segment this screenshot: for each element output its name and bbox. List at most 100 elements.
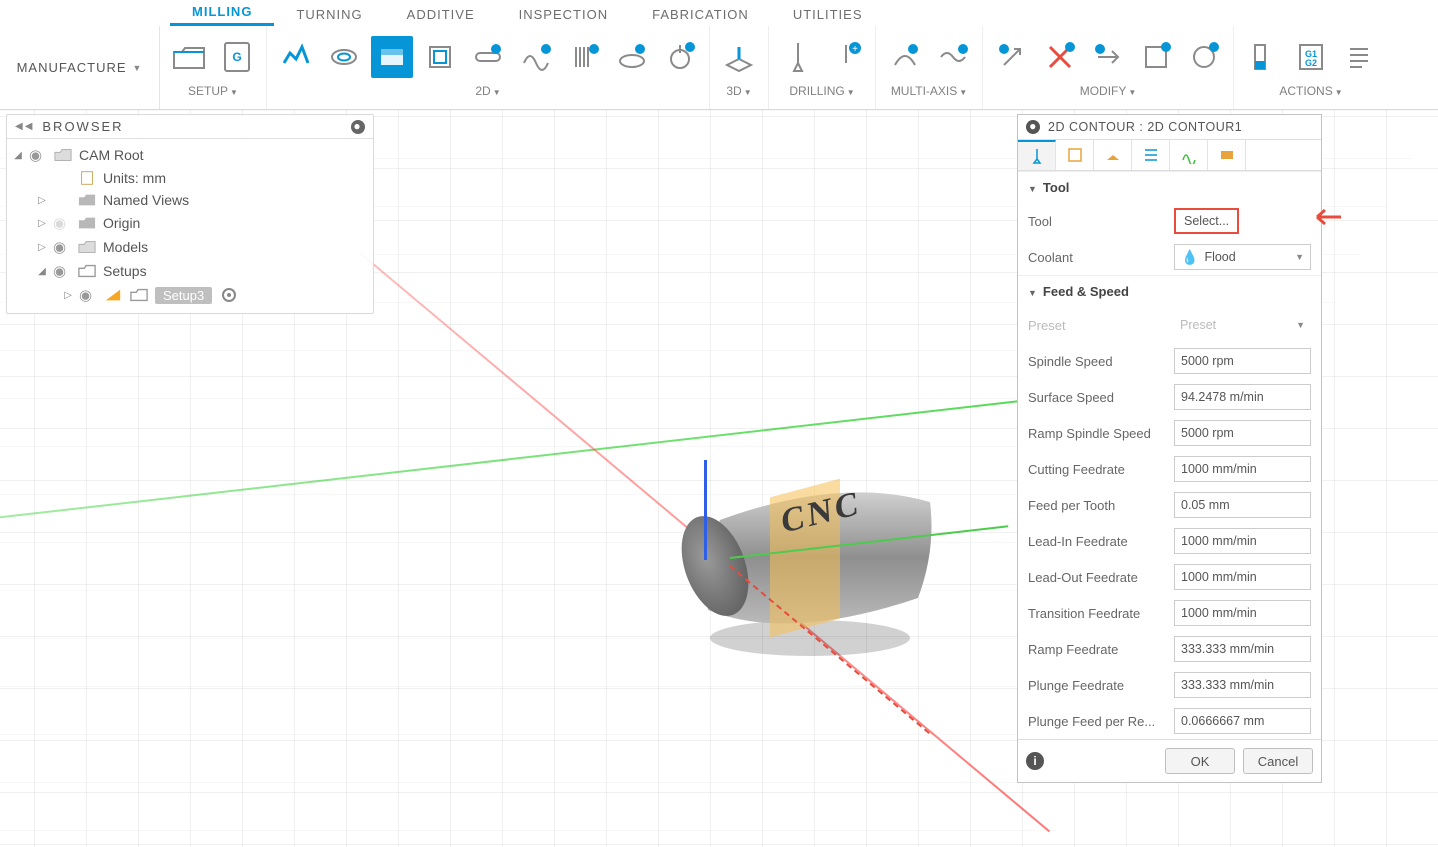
row-feed-3: Cutting Feedrate 1000 mm/min xyxy=(1018,451,1321,487)
modify-2-icon[interactable] xyxy=(1039,36,1081,78)
eye-icon[interactable]: ◉ xyxy=(29,146,47,164)
2d-contour-icon[interactable] xyxy=(419,36,461,78)
doc-icon xyxy=(77,170,97,186)
drill-plus-icon[interactable]: + xyxy=(825,36,867,78)
ok-button[interactable]: OK xyxy=(1165,748,1235,774)
twisty-icon[interactable]: ▷ xyxy=(37,195,47,206)
prop-tab-geometry[interactable] xyxy=(1056,140,1094,170)
setup-nc-icon[interactable]: G xyxy=(216,36,258,78)
feed-input[interactable]: 5000 rpm xyxy=(1174,420,1311,446)
workspace-switcher[interactable]: MANUFACTURE▼ xyxy=(0,26,160,109)
stock-plane xyxy=(770,479,840,638)
feed-input[interactable]: 333.333 mm/min xyxy=(1174,636,1311,662)
tree-setup-item[interactable]: ▷ ◉ Setup3 xyxy=(7,283,373,307)
group-modify-label[interactable]: MODIFY▼ xyxy=(1080,84,1137,100)
info-icon[interactable]: i xyxy=(1026,752,1044,770)
browser-title-bar[interactable]: ◀◀ BROWSER ● xyxy=(7,115,373,139)
2d-bore-icon[interactable] xyxy=(611,36,653,78)
twisty-icon[interactable]: ▷ xyxy=(37,242,47,253)
tool-select-button[interactable]: Select... xyxy=(1174,208,1239,234)
feed-label: Cutting Feedrate xyxy=(1028,462,1166,477)
tab-additive[interactable]: ADDITIVE xyxy=(385,1,497,26)
tree-units[interactable]: Units: mm xyxy=(7,167,373,189)
feed-input[interactable]: 5000 rpm xyxy=(1174,348,1311,374)
prop-tab-misc[interactable] xyxy=(1208,140,1246,170)
group-actions-label[interactable]: ACTIONS▼ xyxy=(1279,84,1342,100)
setup-folder-icon[interactable] xyxy=(168,36,210,78)
twisty-icon[interactable]: ▷ xyxy=(37,218,47,229)
feed-input[interactable]: 0.0666667 mm xyxy=(1174,708,1311,734)
2d-pocket-icon[interactable] xyxy=(323,36,365,78)
browser-collapse-icon[interactable]: ◀◀ xyxy=(15,121,34,132)
tab-milling[interactable]: MILLING xyxy=(170,0,274,26)
tree-named-views[interactable]: ▷ Named Views xyxy=(7,189,373,211)
eye-icon[interactable]: ◉ xyxy=(79,286,97,304)
tab-turning[interactable]: TURNING xyxy=(274,1,384,26)
chevron-down-icon: ▼ xyxy=(1296,320,1305,330)
feed-input[interactable]: 0.05 mm xyxy=(1174,492,1311,518)
2d-face-icon[interactable] xyxy=(371,36,413,78)
feed-input[interactable]: 1000 mm/min xyxy=(1174,564,1311,590)
group-2d-label[interactable]: 2D▼ xyxy=(475,84,500,100)
modify-5-icon[interactable] xyxy=(1183,36,1225,78)
coolant-select[interactable]: 💧 Flood ▼ xyxy=(1174,244,1311,270)
row-feed-7: Transition Feedrate1000 mm/min xyxy=(1018,595,1321,631)
feed-input[interactable]: 94.2478 m/min xyxy=(1174,384,1311,410)
prop-tab-tool[interactable] xyxy=(1018,140,1056,170)
group-setup-label[interactable]: SETUP▼ xyxy=(188,84,238,100)
feed-input[interactable]: 1000 mm/min xyxy=(1174,600,1311,626)
group-2d: 2D▼ xyxy=(267,26,710,109)
browser-title: BROWSER xyxy=(42,119,123,134)
active-setup-indicator[interactable] xyxy=(222,288,236,302)
prop-tab-linking[interactable] xyxy=(1170,140,1208,170)
action-sheet-icon[interactable] xyxy=(1338,36,1380,78)
twisty-icon[interactable]: ◢ xyxy=(13,150,23,161)
cancel-button[interactable]: Cancel xyxy=(1243,748,1313,774)
tab-fabrication[interactable]: FABRICATION xyxy=(630,1,771,26)
tree-models[interactable]: ▷ ◉ Models xyxy=(7,235,373,259)
feed-input[interactable]: 333.333 mm/min xyxy=(1174,672,1311,698)
prop-tab-passes[interactable] xyxy=(1132,140,1170,170)
2d-slot-icon[interactable] xyxy=(467,36,509,78)
twisty-icon[interactable]: ◢ xyxy=(37,266,47,277)
tab-utilities[interactable]: UTILITIES xyxy=(771,1,885,26)
tree-setups[interactable]: ◢ ◉ Setups xyxy=(7,259,373,283)
section-feed-header[interactable]: Feed & Speed xyxy=(1018,275,1321,307)
feed-input[interactable]: 1000 mm/min xyxy=(1174,528,1311,554)
drill-icon[interactable] xyxy=(777,36,819,78)
action-simulate-icon[interactable] xyxy=(1242,36,1284,78)
action-post-icon[interactable]: G1G2 xyxy=(1290,36,1332,78)
modify-4-icon[interactable] xyxy=(1135,36,1177,78)
twisty-icon[interactable]: ▷ xyxy=(63,290,73,301)
properties-title-bar[interactable]: ● 2D CONTOUR : 2D CONTOUR1 xyxy=(1018,115,1321,140)
multiaxis-flow-icon[interactable] xyxy=(932,36,974,78)
prop-tab-heights[interactable] xyxy=(1094,140,1132,170)
group-multiaxis-label[interactable]: MULTI-AXIS▼ xyxy=(891,84,967,100)
2d-thread-icon[interactable] xyxy=(563,36,605,78)
2d-adaptive-icon[interactable] xyxy=(275,36,317,78)
tab-inspection[interactable]: INSPECTION xyxy=(497,1,630,26)
multiaxis-swarf-icon[interactable] xyxy=(884,36,926,78)
feed-label: Feed per Tooth xyxy=(1028,498,1166,513)
properties-panel: ● 2D CONTOUR : 2D CONTOUR1 Tool Tool Sel… xyxy=(1017,114,1322,783)
tree-root[interactable]: ◢ ◉ CAM Root xyxy=(7,143,373,167)
eye-icon[interactable]: ◉ xyxy=(53,262,71,280)
group-drilling-label[interactable]: DRILLING▼ xyxy=(789,84,854,100)
2d-trace-icon[interactable] xyxy=(515,36,557,78)
3d-icon[interactable] xyxy=(718,36,760,78)
eye-icon[interactable]: ◉ xyxy=(53,238,71,256)
folder-icon xyxy=(77,192,97,208)
browser-minimize-icon[interactable]: ● xyxy=(351,120,365,134)
2d-circular-icon[interactable] xyxy=(659,36,701,78)
modify-1-icon[interactable] xyxy=(991,36,1033,78)
section-tool-header[interactable]: Tool xyxy=(1018,171,1321,203)
modify-3-icon[interactable] xyxy=(1087,36,1129,78)
tree-origin[interactable]: ▷ ◉ Origin xyxy=(7,211,373,235)
panel-minimize-icon[interactable]: ● xyxy=(1026,120,1040,134)
group-actions: G1G2 ACTIONS▼ xyxy=(1234,26,1388,109)
preset-select[interactable]: Preset ▼ xyxy=(1174,312,1311,338)
row-feed-2: Ramp Spindle Speed5000 rpm xyxy=(1018,415,1321,451)
feed-input[interactable]: 1000 mm/min xyxy=(1174,456,1311,482)
eye-hidden-icon[interactable]: ◉ xyxy=(53,214,71,232)
group-3d-label[interactable]: 3D▼ xyxy=(726,84,751,100)
